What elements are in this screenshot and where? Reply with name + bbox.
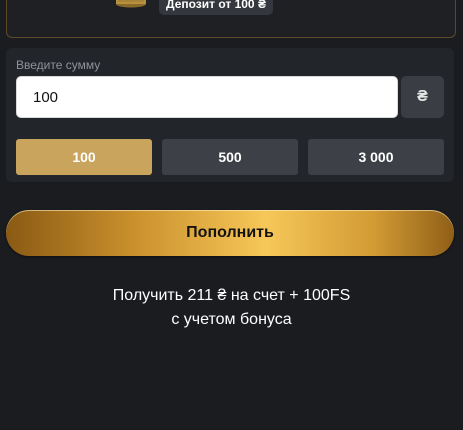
- coin-stack-icon: [116, 0, 146, 8]
- amount-panel: Введите сумму ₴ 100 500 3 000: [6, 48, 454, 182]
- promo-card: Депозит от 100 ₴: [6, 0, 456, 38]
- topup-button[interactable]: Пополнить: [6, 210, 454, 256]
- deposit-minimum-badge: Депозит от 100 ₴: [159, 0, 273, 15]
- currency-button[interactable]: ₴: [401, 76, 444, 118]
- amount-input[interactable]: [16, 76, 398, 118]
- bonus-summary-line: Получить 211 ₴ на счет + 100FS: [112, 287, 351, 304]
- bonus-summary-note: с учетом бонуса: [171, 311, 292, 328]
- bonus-summary: Получить 211 ₴ на счет + 100FS с учетом …: [0, 284, 463, 332]
- amount-label: Введите сумму: [16, 58, 101, 72]
- preset-amount-3000[interactable]: 3 000: [308, 139, 444, 175]
- preset-amount-500[interactable]: 500: [162, 139, 298, 175]
- preset-amount-100[interactable]: 100: [16, 139, 152, 175]
